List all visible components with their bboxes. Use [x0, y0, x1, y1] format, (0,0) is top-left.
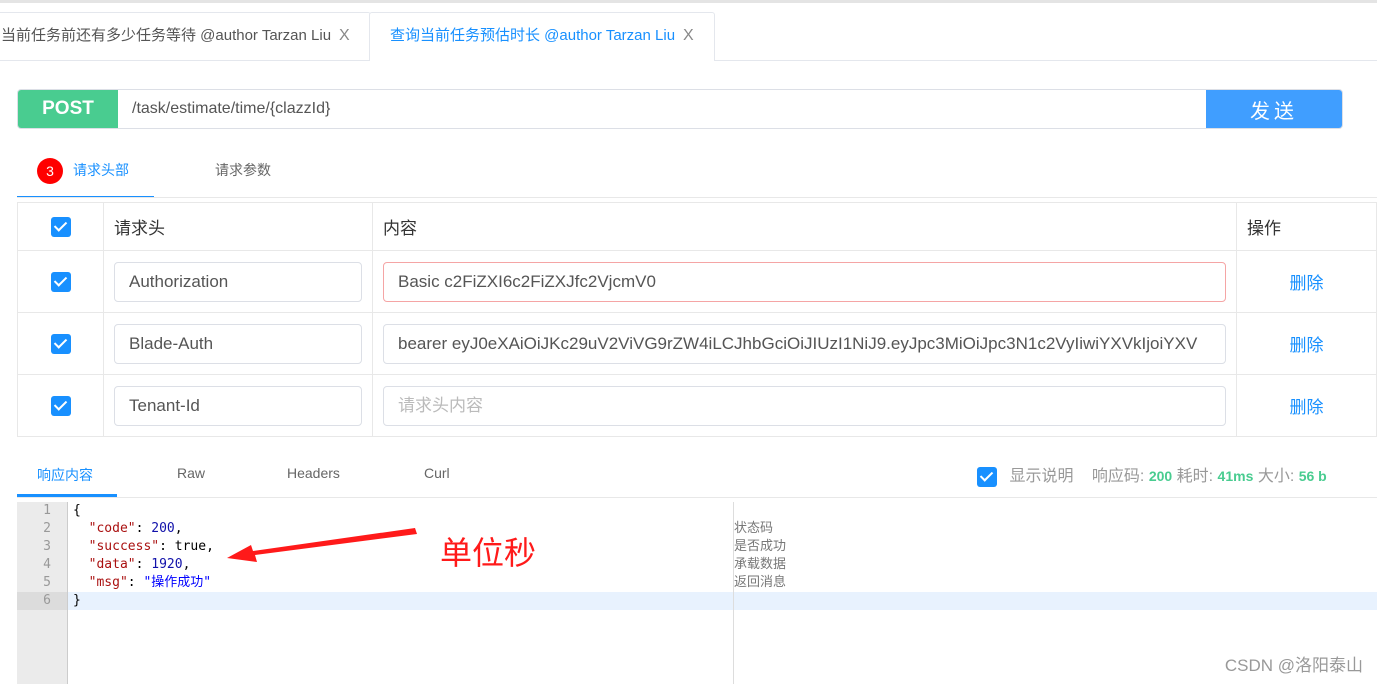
method-select[interactable]: POST [18, 90, 118, 128]
row-checkbox[interactable] [50, 333, 71, 354]
field-note: 状态码 [734, 521, 774, 536]
line-gutter: 1 2 3 4 5 6 [17, 502, 68, 684]
table-row: Tenant-Id 请求头内容 删除 [17, 374, 1377, 437]
show-desc-checkbox[interactable] [977, 466, 997, 487]
size-label: 大小: [1257, 468, 1295, 485]
line-number: 6 [17, 592, 67, 610]
brace: } [73, 593, 81, 608]
brace: { [73, 503, 81, 518]
send-button[interactable]: 发送 [1206, 90, 1342, 128]
divider [17, 197, 1377, 198]
delete-link[interactable]: 删除 [1236, 312, 1377, 375]
header-value-input[interactable]: Basic c2FiZXI6c2FiZXJfc2VjcmV0 [383, 261, 1226, 302]
column-header: 请求头 [103, 202, 373, 251]
code-label: 响应码: [1091, 468, 1145, 485]
json-key: "msg" [88, 575, 128, 590]
watermark: CSDN @洛阳泰山 [1224, 656, 1363, 675]
response-status: 显示说明 响应码: 200 耗时: 41ms 大小: 56 b [977, 462, 1327, 487]
code-value: 200 [1148, 468, 1173, 484]
divider [0, 60, 369, 61]
json-key: "success" [88, 539, 160, 554]
line-number: 1 [43, 503, 51, 518]
top-border [0, 0, 1377, 3]
tab-curl[interactable]: Curl [424, 465, 450, 481]
json-value: "操作成功" [143, 575, 212, 590]
line-number: 3 [43, 539, 51, 554]
line-number: 4 [43, 557, 51, 572]
response-editor[interactable]: 1 2 3 4 5 6 { "code": 200, "success": tr… [17, 502, 1377, 684]
header-value-input[interactable]: 请求头内容 [383, 385, 1226, 426]
header-key-input[interactable]: Blade-Auth [114, 323, 362, 364]
show-desc-label: 显示说明 [1009, 468, 1074, 485]
url-input[interactable]: /task/estimate/time/{clazzId} [118, 90, 1206, 128]
header-key-input[interactable]: Authorization [114, 261, 362, 302]
tab-headers[interactable]: Headers [287, 465, 340, 481]
annotation-text: 单位秒 [440, 535, 537, 571]
delete-link[interactable]: 删除 [1236, 374, 1377, 437]
json-key: "data" [88, 557, 136, 572]
row-checkbox[interactable] [50, 395, 71, 416]
json-value: 1920 [151, 557, 183, 572]
json-value: 200 [151, 521, 175, 536]
column-header: 操作 [1236, 202, 1377, 251]
select-all-checkbox[interactable] [50, 216, 71, 237]
divider [17, 497, 1377, 498]
table-row: Blade-Auth bearer eyJ0eXAiOiJKc29uV2ViVG9… [17, 312, 1377, 375]
line-number: 2 [43, 521, 51, 536]
close-icon[interactable]: X [683, 27, 694, 44]
tab-request-headers[interactable]: 3 请求头部 [17, 152, 154, 198]
field-note: 是否成功 [734, 539, 787, 554]
tab-estimate-time[interactable]: 查询当前任务预估时长 @author Tarzan Liu X [369, 12, 715, 61]
tab-label: 查询当前任务预估时长 @author Tarzan Liu [390, 27, 676, 44]
line-number: 5 [43, 575, 51, 590]
tab-request-params[interactable]: 请求参数 [215, 152, 271, 198]
header-key-input[interactable]: Tenant-Id [114, 385, 362, 426]
divider [714, 60, 1377, 61]
arrow-annotation [227, 528, 417, 562]
time-value: 41ms [1217, 468, 1254, 484]
field-descriptions: 状态码 是否成功 承载数据 返回消息 [733, 502, 786, 684]
delete-link[interactable]: 删除 [1236, 250, 1377, 313]
close-icon[interactable]: X [339, 27, 350, 44]
header-value-input[interactable]: bearer eyJ0eXAiOiJKc29uV2ViVG9rZW4iLCJhb… [383, 323, 1226, 364]
tab-label: 请求头部 [73, 162, 129, 178]
row-checkbox[interactable] [50, 271, 71, 292]
tab-response-body[interactable]: 响应内容 [37, 465, 93, 485]
field-note: 返回消息 [734, 575, 787, 590]
request-bar: POST /task/estimate/time/{clazzId} 发送 [17, 89, 1343, 129]
json-key: "code" [88, 521, 136, 536]
column-header: 内容 [372, 202, 1237, 251]
tab-task-queue[interactable]: 当前任务前还有多少任务等待 @author Tarzan Liu X [0, 12, 371, 60]
json-value: true [174, 539, 207, 554]
count-badge: 3 [37, 158, 63, 185]
table-row: Authorization Basic c2FiZXI6c2FiZXJfc2Vjc… [17, 250, 1377, 313]
tab-raw[interactable]: Raw [177, 465, 205, 481]
tab-label: 当前任务前还有多少任务等待 @author Tarzan Liu [1, 27, 332, 44]
field-note: 承载数据 [734, 557, 787, 572]
headers-table: 请求头 内容 操作 Authorization Basic c2FiZXI6c2FiZ… [17, 202, 1377, 437]
size-value: 56 b [1298, 468, 1327, 484]
time-label: 耗时: [1176, 468, 1214, 485]
